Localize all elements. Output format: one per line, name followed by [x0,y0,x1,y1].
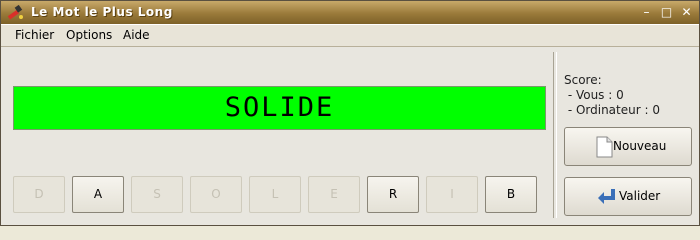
letter-tile[interactable]: A [72,176,124,213]
title-bar[interactable]: Le Mot le Plus Long – □ ✕ [1,1,699,24]
divider [553,52,557,218]
enter-arrow-icon [598,189,615,204]
letter-tile[interactable]: R [367,176,419,213]
letter-tile[interactable]: I [426,176,478,213]
letter-tile[interactable]: L [249,176,301,213]
letter-tile[interactable]: B [485,176,537,213]
minimize-icon[interactable]: – [639,5,654,20]
menu-bar: Fichier Options Aide [1,24,699,47]
letter-tile[interactable]: D [13,176,65,213]
score-panel: Score: - Vous : 0 - Ordinateur : 0 [564,73,660,118]
letter-tile[interactable]: S [131,176,183,213]
letter-tile[interactable]: O [190,176,242,213]
new-game-button[interactable]: Nouveau [564,127,692,166]
app-icon [7,4,23,20]
close-icon[interactable]: ✕ [679,5,694,20]
score-heading: Score: [564,73,602,87]
menu-aide[interactable]: Aide [123,28,150,42]
score-computer: - Ordinateur : 0 [564,103,660,117]
menu-options[interactable]: Options [66,28,112,42]
menu-fichier[interactable]: Fichier [15,28,54,42]
validate-button[interactable]: Valider [564,177,692,216]
window-title: Le Mot le Plus Long [31,5,173,19]
app-window: Le Mot le Plus Long – □ ✕ Fichier Option… [0,0,700,226]
new-game-label: Nouveau [613,139,667,153]
word-display: SOLIDE [13,86,546,130]
new-document-icon [596,136,613,158]
maximize-icon[interactable]: □ [659,5,674,20]
letter-tile[interactable]: E [308,176,360,213]
score-you: - Vous : 0 [564,88,624,102]
main-area: SOLIDE DASOLERIB Score: - Vous : 0 - Ord… [1,46,699,226]
validate-label: Valider [619,189,661,203]
